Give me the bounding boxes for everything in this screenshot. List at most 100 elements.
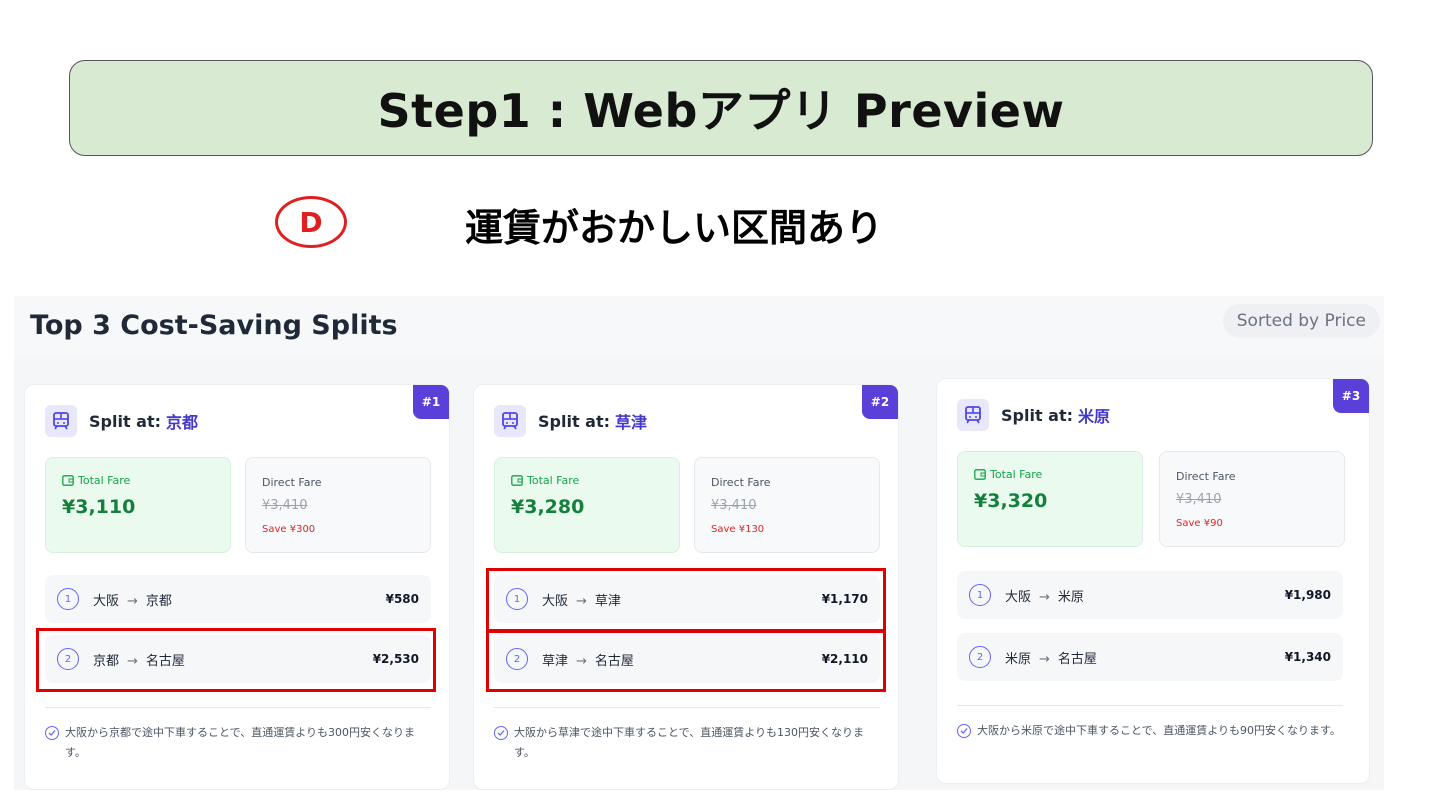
arrow-right-icon: →: [127, 653, 138, 669]
total-fare-value: ¥3,320: [974, 490, 1048, 512]
divider: [45, 707, 431, 708]
arrow-right-icon: →: [576, 653, 587, 669]
segment-row[interactable]: 1 大阪 → 草津 ¥1,170: [494, 575, 880, 623]
train-icon: [45, 405, 77, 437]
split-card-2[interactable]: #2 Split at: 草津 Total Fare ¥3,280 Direct…: [473, 384, 899, 790]
segment-price: ¥580: [385, 592, 419, 606]
direct-fare-value: ¥3,410: [262, 498, 308, 513]
savings-value: Save ¥90: [1176, 518, 1223, 529]
split-station: 米原: [1078, 407, 1111, 426]
segment-to: 草津: [594, 593, 621, 609]
segment-price: ¥1,340: [1284, 650, 1331, 664]
total-fare-label-row: Total Fare: [62, 474, 130, 487]
segment-row[interactable]: 2 京都 → 名古屋 ¥2,530: [45, 635, 431, 683]
savings-note-text: 大阪から京都で途中下車することで、直通運賃よりも300円安くなります。: [65, 726, 416, 759]
segment-to: 米原: [1057, 589, 1084, 605]
total-fare-value: ¥3,280: [511, 496, 585, 518]
segment-route: 草津 → 名古屋: [542, 650, 822, 669]
segment-from: 米原: [1005, 651, 1032, 667]
segment-route: 大阪 → 草津: [542, 590, 822, 609]
split-header: Split at: 京都: [45, 405, 198, 437]
segment-number: 1: [506, 588, 528, 610]
segment-to: 名古屋: [1057, 651, 1097, 667]
slide-banner: Step1 : Webアプリ Preview: [69, 60, 1373, 156]
banner-title: Step1 : Webアプリ Preview: [377, 84, 1065, 138]
results-panel: Top 3 Cost-Saving Splits Sorted by Price…: [14, 296, 1384, 790]
segment-from: 大阪: [93, 593, 120, 609]
total-fare-box: Total Fare ¥3,110: [45, 457, 231, 553]
segment-price: ¥1,170: [821, 592, 868, 606]
wallet-icon: [62, 475, 74, 486]
segment-from: 京都: [93, 653, 120, 669]
rank-badge: #3: [1333, 379, 1369, 413]
split-header: Split at: 草津: [494, 405, 647, 437]
segment-price: ¥1,980: [1284, 588, 1331, 602]
segment-number: 2: [969, 646, 991, 668]
total-fare-box: Total Fare ¥3,320: [957, 451, 1143, 547]
segment-number: 1: [57, 588, 79, 610]
split-label: Split at:: [89, 411, 162, 431]
savings-note: 大阪から草津で途中下車することで、直通運賃よりも130円安くなります。: [494, 723, 884, 763]
split-card-3[interactable]: #3 Split at: 米原 Total Fare ¥3,320 Direct…: [936, 378, 1370, 784]
savings-value: Save ¥300: [262, 524, 316, 535]
segment-route: 大阪 → 米原: [1005, 586, 1285, 605]
sort-indicator[interactable]: Sorted by Price: [1222, 304, 1380, 338]
check-circle-icon: [45, 726, 59, 740]
segment-price: ¥2,110: [821, 652, 868, 666]
split-header: Split at: 米原: [957, 399, 1110, 431]
split-station: 草津: [615, 413, 648, 432]
savings-note: 大阪から京都で途中下車することで、直通運賃よりも300円安くなります。: [45, 723, 435, 763]
total-fare-label: Total Fare: [990, 468, 1043, 481]
total-fare-label-row: Total Fare: [511, 474, 579, 487]
savings-value: Save ¥130: [711, 524, 765, 535]
segment-route: 大阪 → 京都: [93, 590, 386, 609]
segment-route: 米原 → 名古屋: [1005, 648, 1285, 667]
segment-number: 2: [57, 648, 79, 670]
wallet-icon: [974, 469, 986, 480]
rank-badge: #2: [862, 385, 898, 419]
check-circle-icon: [957, 724, 971, 738]
savings-note-text: 大阪から草津で途中下車することで、直通運賃よりも130円安くなります。: [514, 726, 865, 759]
arrow-right-icon: →: [576, 593, 587, 609]
direct-fare-label: Direct Fare: [711, 476, 771, 489]
segment-row[interactable]: 1 大阪 → 米原 ¥1,980: [957, 571, 1343, 619]
segment-row[interactable]: 2 米原 → 名古屋 ¥1,340: [957, 633, 1343, 681]
direct-fare-label: Direct Fare: [1176, 470, 1236, 483]
segment-from: 大阪: [542, 593, 569, 609]
direct-fare-value: ¥3,410: [711, 498, 757, 513]
total-fare-value: ¥3,110: [62, 496, 136, 518]
total-fare-label: Total Fare: [78, 474, 131, 487]
segment-price: ¥2,530: [372, 652, 419, 666]
divider: [957, 705, 1343, 706]
segment-to: 名古屋: [145, 653, 185, 669]
segment-from: 草津: [542, 653, 569, 669]
split-card-1[interactable]: #1 Split at: 京都 Total Fare ¥3,110 Direct…: [24, 384, 450, 790]
panel-header: Top 3 Cost-Saving Splits Sorted by Price: [14, 296, 1384, 356]
direct-fare-value: ¥3,410: [1176, 492, 1222, 507]
arrow-right-icon: →: [127, 593, 138, 609]
divider: [494, 707, 880, 708]
segment-route: 京都 → 名古屋: [93, 650, 373, 669]
split-station: 京都: [166, 413, 199, 432]
segment-to: 京都: [145, 593, 172, 609]
savings-note-text: 大阪から米原で途中下車することで、直通運賃よりも90円安くなります。: [977, 724, 1341, 737]
train-icon: [957, 399, 989, 431]
total-fare-label-row: Total Fare: [974, 468, 1042, 481]
segment-row[interactable]: 2 草津 → 名古屋 ¥2,110: [494, 635, 880, 683]
total-fare-box: Total Fare ¥3,280: [494, 457, 680, 553]
split-label: Split at:: [1001, 405, 1074, 425]
segment-row[interactable]: 1 大阪 → 京都 ¥580: [45, 575, 431, 623]
segment-from: 大阪: [1005, 589, 1032, 605]
savings-note: 大阪から米原で途中下車することで、直通運賃よりも90円安くなります。: [957, 721, 1347, 741]
direct-fare-box: Direct Fare ¥3,410 Save ¥300: [245, 457, 431, 553]
check-circle-icon: [494, 726, 508, 740]
split-label: Split at:: [538, 411, 611, 431]
wallet-icon: [511, 475, 523, 486]
arrow-right-icon: →: [1039, 589, 1050, 605]
direct-fare-label: Direct Fare: [262, 476, 322, 489]
segment-to: 名古屋: [594, 653, 634, 669]
total-fare-label: Total Fare: [527, 474, 580, 487]
segment-number: 1: [969, 584, 991, 606]
annotation-badge: D: [275, 196, 347, 248]
rank-badge: #1: [413, 385, 449, 419]
